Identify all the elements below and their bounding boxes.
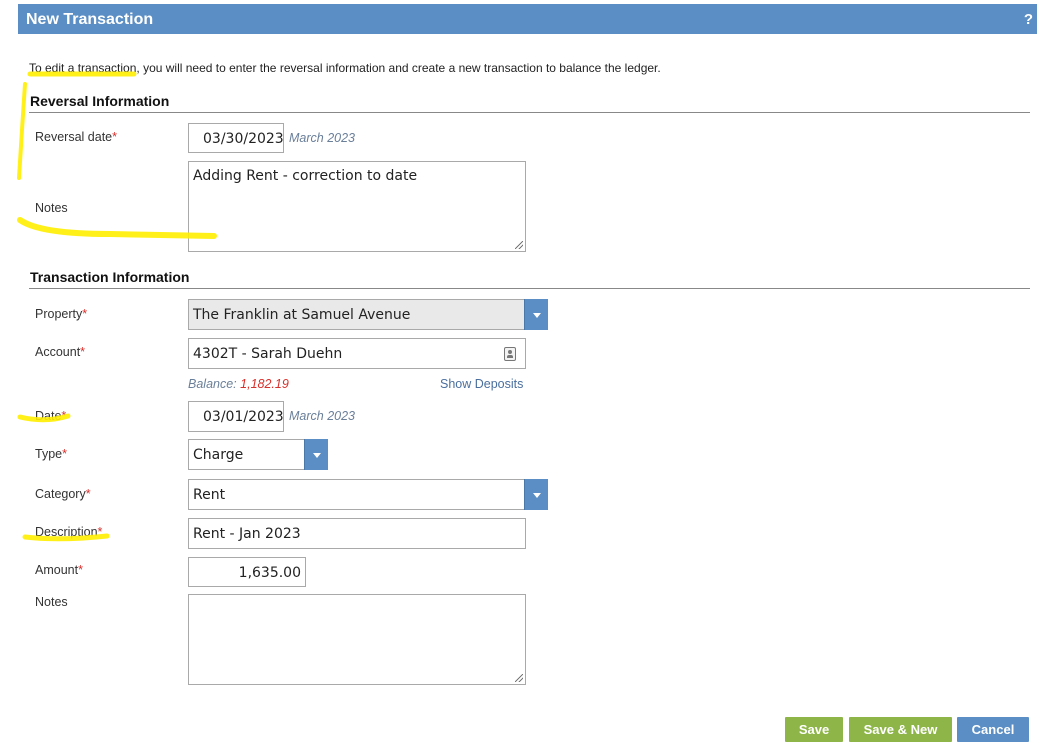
property-select[interactable]: The Franklin at Samuel Avenue: [188, 299, 548, 330]
account-balance-value: 1,182.19: [240, 377, 289, 391]
show-deposits-link[interactable]: Show Deposits: [440, 377, 523, 391]
transaction-section-divider: [29, 288, 1030, 289]
reversal-date-hint: March 2023: [289, 131, 356, 145]
date-input[interactable]: 03/01/2023: [188, 401, 284, 432]
type-label: Type*: [35, 447, 67, 461]
description-label: Description*: [35, 525, 103, 539]
description-input[interactable]: Rent - Jan 2023: [188, 518, 526, 549]
cancel-button[interactable]: Cancel: [957, 717, 1029, 742]
category-select[interactable]: Rent: [188, 479, 548, 510]
save-button[interactable]: Save: [785, 717, 843, 742]
reversal-notes-textarea[interactable]: Adding Rent - correction to date: [188, 161, 526, 252]
contact-card-icon[interactable]: [504, 347, 516, 361]
dialog-title-bar: New Transaction ?: [18, 4, 1037, 34]
account-balance: Balance: 1,182.19: [188, 377, 289, 391]
property-label: Property*: [35, 307, 88, 321]
account-input[interactable]: 4302T - Sarah Duehn: [188, 338, 526, 369]
reversal-date-label: Reversal date*: [35, 130, 117, 144]
reversal-date-input[interactable]: 03/30/2023: [188, 123, 284, 153]
transaction-notes-label: Notes: [35, 595, 68, 609]
reversal-notes-label: Notes: [35, 201, 68, 215]
transaction-notes-textarea[interactable]: [188, 594, 526, 685]
chevron-down-icon[interactable]: [524, 299, 548, 330]
date-hint: March 2023: [289, 409, 356, 423]
type-select[interactable]: Charge: [188, 439, 328, 470]
chevron-down-icon[interactable]: [524, 479, 548, 510]
account-label: Account*: [35, 345, 86, 359]
reversal-section-divider: [29, 112, 1030, 113]
amount-input[interactable]: 1,635.00: [188, 557, 306, 587]
resize-handle-icon[interactable]: [515, 674, 523, 682]
amount-label: Amount*: [35, 563, 83, 577]
resize-handle-icon[interactable]: [515, 241, 523, 249]
chevron-down-icon[interactable]: [304, 439, 328, 470]
intro-text: To edit a transaction, you will need to …: [29, 61, 661, 75]
save-and-new-button[interactable]: Save & New: [849, 717, 952, 742]
category-label: Category*: [35, 487, 91, 501]
date-label: Date*: [35, 409, 67, 423]
reversal-section-title: Reversal Information: [30, 93, 170, 109]
transaction-section-title: Transaction Information: [30, 269, 190, 285]
dialog-title: New Transaction: [26, 11, 154, 28]
help-icon[interactable]: ?: [1024, 11, 1033, 28]
